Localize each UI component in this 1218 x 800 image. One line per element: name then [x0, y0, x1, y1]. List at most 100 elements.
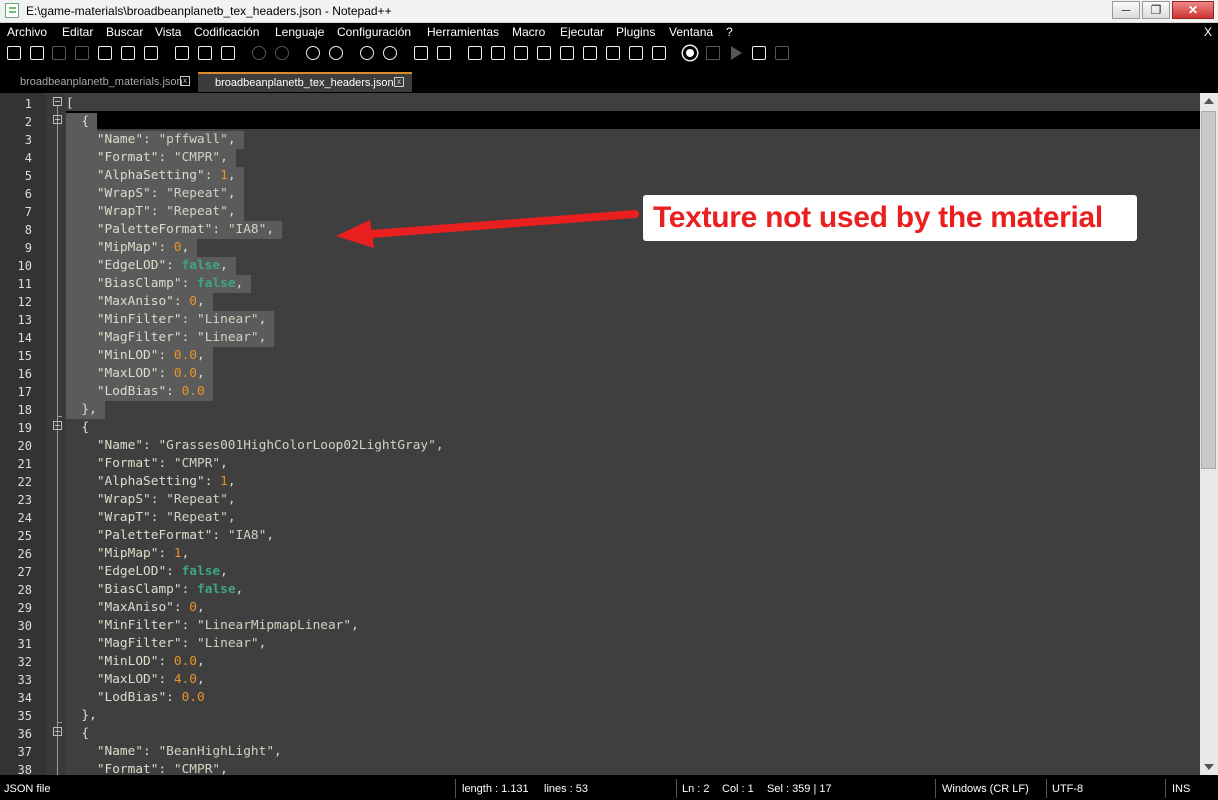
- code-token: "Name": [66, 438, 144, 453]
- monitoring-icon[interactable]: [652, 46, 666, 60]
- zoom-in-icon[interactable]: [360, 46, 374, 60]
- tab-tex-headers[interactable]: broadbeanplanetb_tex_headers.json x: [198, 72, 412, 92]
- show-all-chars-icon[interactable]: [491, 46, 505, 60]
- redo-icon[interactable]: [275, 46, 289, 60]
- menu-editar[interactable]: Editar: [62, 25, 93, 39]
- code-token: ,: [258, 330, 267, 345]
- menu-ventana[interactable]: Ventana: [669, 25, 713, 39]
- menu-macro[interactable]: Macro: [512, 25, 545, 39]
- new-file-icon[interactable]: [7, 46, 21, 60]
- code-token: ,: [197, 672, 205, 687]
- save-icon[interactable]: [52, 46, 66, 60]
- cut-icon[interactable]: [175, 46, 189, 60]
- line-number: 23: [17, 493, 32, 507]
- folder-workspace-icon[interactable]: [629, 46, 643, 60]
- line-number: 1: [24, 97, 32, 111]
- code-line: "Format": "CMPR",: [66, 761, 228, 775]
- close-all-icon[interactable]: [121, 46, 135, 60]
- fold-toggle-icon[interactable]: [53, 115, 62, 124]
- word-wrap-icon[interactable]: [468, 46, 482, 60]
- code-token: ,: [266, 528, 275, 543]
- code-line: "BiasClamp": false,: [66, 581, 243, 599]
- code-line: "PaletteFormat": "IA8",: [66, 221, 274, 239]
- code-token: "MaxLOD": [66, 366, 159, 381]
- fold-margin: [46, 93, 66, 775]
- line-number: 11: [17, 277, 32, 291]
- annotation-callout: Texture not used by the material: [643, 195, 1137, 241]
- play-macro-icon[interactable]: [731, 46, 742, 60]
- code-token: "MinLOD": [66, 348, 159, 363]
- scroll-up-arrow-icon[interactable]: [1204, 98, 1214, 104]
- code-line: "LodBias": 0.0: [66, 689, 205, 707]
- code-token: ,: [351, 618, 359, 633]
- red-arrow-icon: [336, 210, 639, 248]
- run-macro-multiple-icon[interactable]: [752, 46, 766, 60]
- code-line: {: [66, 725, 89, 743]
- code-token: "Repeat": [166, 204, 228, 219]
- code-token: "WrapS": [66, 186, 151, 201]
- minimize-button[interactable]: ─: [1112, 1, 1140, 19]
- replace-icon[interactable]: [329, 46, 343, 60]
- menu-configuracion[interactable]: Configuración: [337, 25, 411, 39]
- code-token: "MinLOD": [66, 654, 159, 669]
- code-line: "MinLOD": 0.0,: [66, 653, 205, 671]
- code-token: {: [66, 726, 90, 741]
- function-list-icon[interactable]: [606, 46, 620, 60]
- status-encoding[interactable]: UTF-8: [1052, 783, 1083, 795]
- menu-herramientas[interactable]: Herramientas: [427, 25, 499, 39]
- menu-help[interactable]: ?: [726, 25, 733, 39]
- code-token: "LinearMipmapLinear": [197, 618, 352, 633]
- menu-lenguaje[interactable]: Lenguaje: [275, 25, 324, 39]
- undo-icon[interactable]: [252, 46, 266, 60]
- menu-archivo[interactable]: Archivo: [7, 25, 47, 39]
- print-icon[interactable]: [144, 46, 158, 60]
- maximize-button[interactable]: ❐: [1142, 1, 1170, 19]
- code-token: ,: [235, 582, 244, 597]
- close-button[interactable]: ✕: [1172, 1, 1214, 19]
- line-number: 37: [17, 745, 32, 759]
- close-document-button[interactable]: X: [1204, 25, 1212, 39]
- notepad-app-icon[interactable]: [5, 3, 19, 18]
- fold-toggle-icon[interactable]: [53, 727, 62, 736]
- status-insert-mode[interactable]: INS: [1172, 783, 1190, 795]
- zoom-out-icon[interactable]: [383, 46, 397, 60]
- document-map-icon[interactable]: [560, 46, 574, 60]
- line-number: 30: [17, 619, 32, 633]
- sync-horizontal-icon[interactable]: [437, 46, 451, 60]
- code-line: "Name": "pffwall",: [66, 131, 236, 149]
- status-eol[interactable]: Windows (CR LF): [942, 783, 1029, 795]
- sync-vertical-icon[interactable]: [414, 46, 428, 60]
- xml-tag-icon[interactable]: [537, 46, 551, 60]
- open-file-icon[interactable]: [30, 46, 44, 60]
- indent-guide-icon[interactable]: [514, 46, 528, 60]
- code-token: "Repeat": [166, 510, 228, 525]
- menu-ejecutar[interactable]: Ejecutar: [560, 25, 604, 39]
- record-macro-icon[interactable]: [683, 46, 697, 60]
- tab-close-icon[interactable]: x: [394, 77, 404, 87]
- close-file-icon[interactable]: [98, 46, 112, 60]
- menu-plugins[interactable]: Plugins: [616, 25, 655, 39]
- line-number: 29: [17, 601, 32, 615]
- menu-codificacion[interactable]: Codificación: [194, 25, 259, 39]
- code-token: 0.0: [181, 384, 205, 399]
- tab-close-icon[interactable]: x: [180, 76, 190, 86]
- save-all-icon[interactable]: [75, 46, 89, 60]
- fold-toggle-icon[interactable]: [53, 97, 62, 106]
- find-icon[interactable]: [306, 46, 320, 60]
- status-lines: lines : 53: [544, 783, 589, 795]
- tab-materials[interactable]: broadbeanplanetb_materials.json x: [6, 72, 194, 92]
- menu-vista[interactable]: Vista: [155, 25, 181, 39]
- stop-macro-icon[interactable]: [706, 46, 720, 60]
- scroll-down-arrow-icon[interactable]: [1204, 764, 1214, 770]
- save-macro-icon[interactable]: [775, 46, 789, 60]
- menu-buscar[interactable]: Buscar: [106, 25, 143, 39]
- copy-icon[interactable]: [198, 46, 212, 60]
- vertical-scrollbar[interactable]: [1200, 93, 1218, 775]
- paste-icon[interactable]: [221, 46, 235, 60]
- document-list-icon[interactable]: [583, 46, 597, 60]
- tab-bar: broadbeanplanetb_materials.json x broadb…: [0, 68, 1218, 92]
- fold-toggle-icon[interactable]: [53, 421, 62, 430]
- code-line: "MagFilter": "Linear",: [66, 329, 267, 347]
- scrollbar-thumb[interactable]: [1201, 111, 1216, 469]
- line-number: 6: [24, 187, 32, 201]
